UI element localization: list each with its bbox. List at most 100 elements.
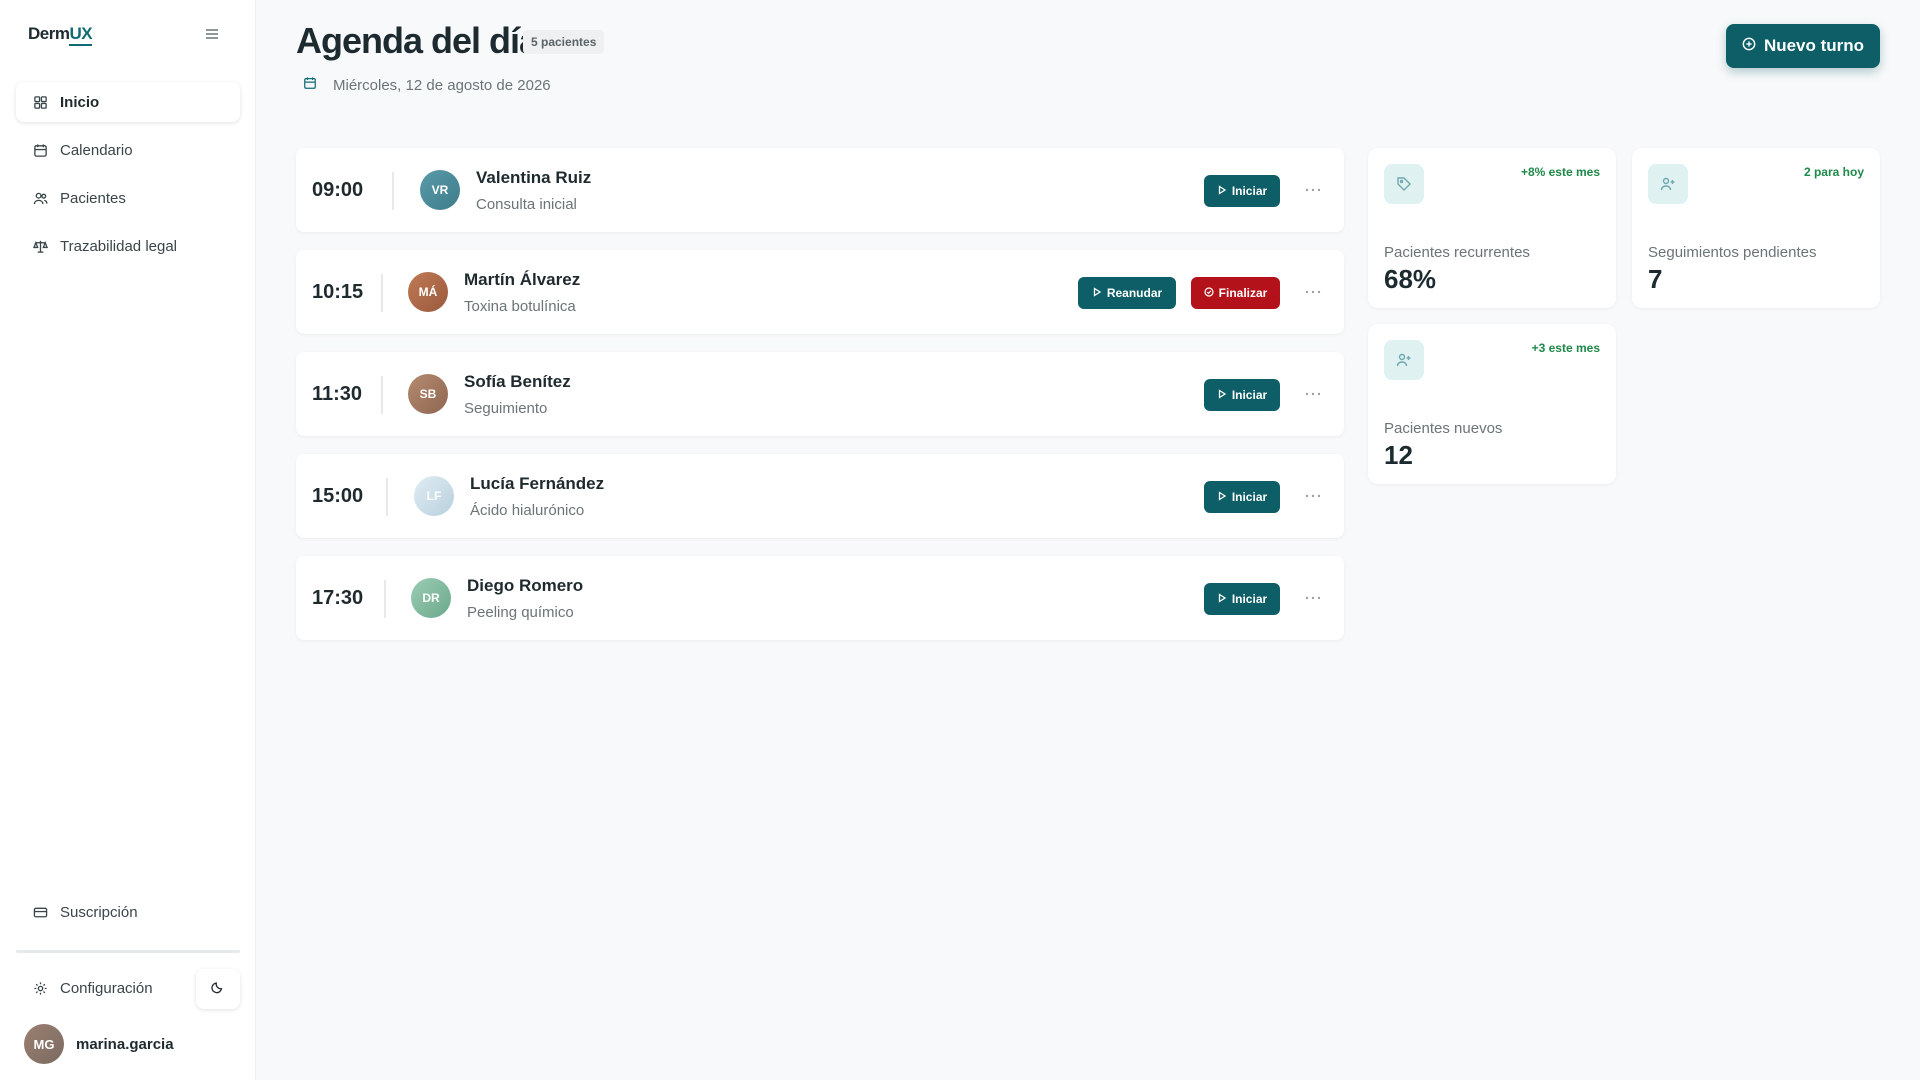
sidebar-item-inicio[interactable]: Inicio — [16, 82, 240, 122]
appointment-row[interactable]: 17:30 DR Diego Romero Peeling químico In… — [296, 556, 1344, 640]
patient-name[interactable]: Lucía Fernández — [470, 474, 604, 494]
plus-circle-icon — [1742, 36, 1764, 56]
sidebar-item-configuracion[interactable]: Configuración — [16, 968, 192, 1008]
more-options-icon[interactable] — [1304, 487, 1322, 505]
sidebar-item-suscripcion[interactable]: Suscripción — [16, 892, 240, 932]
sidebar-item-label: Trazabilidad legal — [60, 237, 178, 255]
procedure-name: Seguimiento — [464, 400, 548, 417]
new-appointment-button[interactable]: Nuevo turno — [1726, 24, 1880, 68]
start-button[interactable]: Iniciar — [1204, 175, 1280, 207]
new-appointment-label: Nuevo turno — [1763, 36, 1865, 55]
sidebar-item-label: Inicio — [60, 93, 100, 111]
separator — [386, 478, 388, 516]
username: marina.garcia — [76, 1035, 174, 1053]
stat-trend: +8% este mes — [1520, 165, 1600, 179]
play-icon — [1092, 286, 1107, 300]
avatar: MG — [24, 1024, 64, 1064]
play-icon — [1217, 490, 1232, 504]
user-plus-icon — [1384, 340, 1424, 380]
users-icon — [32, 190, 48, 206]
appointment-row[interactable]: 09:00 VR Valentina Ruiz Consulta inicial… — [296, 148, 1344, 232]
finish-button[interactable]: Finalizar — [1191, 277, 1280, 309]
theme-toggle-button[interactable] — [196, 969, 240, 1009]
sidebar-item-label: Suscripción — [60, 903, 138, 921]
user-plus-icon — [1648, 164, 1688, 204]
avatar: LF — [414, 476, 454, 516]
procedure-name: Toxina botulínica — [464, 298, 576, 315]
patient-count-badge: 5 pacientes — [523, 30, 605, 54]
appointment-time: 17:30 — [312, 586, 364, 609]
scale-icon — [32, 238, 48, 254]
stat-label: Pacientes recurrentes — [1384, 244, 1530, 261]
avatar: VR — [420, 170, 460, 210]
avatar: SB — [408, 374, 448, 414]
more-options-icon[interactable] — [1304, 385, 1322, 403]
calendar-icon — [303, 76, 333, 94]
patient-name[interactable]: Diego Romero — [467, 576, 583, 596]
procedure-name: Peeling químico — [467, 604, 574, 621]
appointment-row[interactable]: 10:15 MÁ Martín Álvarez Toxina botulínic… — [296, 250, 1344, 334]
app-logo[interactable]: DermUX — [28, 24, 93, 44]
appointment-time: 15:00 — [312, 484, 364, 507]
appointment-time: 11:30 — [312, 382, 363, 405]
sidebar-divider — [16, 950, 240, 953]
appointment-row[interactable]: 15:00 LF Lucía Fernández Ácido hialuróni… — [296, 454, 1344, 538]
sidebar-item-label: Configuración — [60, 979, 153, 997]
grid-icon — [32, 94, 48, 110]
stat-card-nuevos: +3 este mes Pacientes nuevos 12 — [1368, 324, 1616, 484]
sidebar-item-pacientes[interactable]: Pacientes — [16, 178, 240, 218]
sidebar-nav: Inicio Calendario Pacientes Trazabilidad… — [16, 82, 240, 274]
appointment-time: 09:00 — [312, 178, 364, 201]
separator — [384, 580, 386, 618]
more-options-icon[interactable] — [1304, 589, 1322, 607]
start-button[interactable]: Iniciar — [1204, 583, 1280, 615]
stat-value: 68% — [1384, 264, 1437, 294]
play-icon — [1217, 388, 1232, 402]
appointment-list: 09:00 VR Valentina Ruiz Consulta inicial… — [296, 148, 1344, 658]
more-options-icon[interactable] — [1304, 181, 1322, 199]
procedure-name: Consulta inicial — [476, 196, 577, 213]
start-button[interactable]: Iniciar — [1204, 379, 1280, 411]
play-icon — [1217, 184, 1232, 198]
avatar: MÁ — [408, 272, 448, 312]
gear-icon — [32, 980, 48, 996]
sidebar-item-trazabilidad[interactable]: Trazabilidad legal — [16, 226, 240, 266]
avatar: DR — [411, 578, 451, 618]
page-title: Agenda del día — [296, 20, 539, 61]
sidebar-item-label: Pacientes — [60, 189, 126, 207]
stat-card-seguimientos: 2 para hoy Seguimientos pendientes 7 — [1632, 148, 1880, 308]
stat-trend: +3 este mes — [1531, 341, 1600, 355]
current-date: Miércoles, 12 de agosto de 2026 — [333, 76, 551, 94]
patient-name[interactable]: Martín Álvarez — [464, 270, 580, 290]
procedure-name: Ácido hialurónico — [470, 502, 585, 519]
stat-trend: 2 para hoy — [1803, 165, 1864, 179]
stat-label: Seguimientos pendientes — [1648, 244, 1817, 261]
menu-toggle-icon[interactable] — [203, 26, 221, 42]
user-profile[interactable]: MG marina.garcia — [24, 1024, 174, 1064]
resume-button[interactable]: Reanudar — [1078, 277, 1176, 309]
sidebar-settings: Configuración — [16, 968, 192, 1016]
sidebar: DermUX Inicio Calendario Pacientes Traza… — [0, 0, 256, 1080]
check-circle-icon — [1204, 286, 1219, 300]
patient-name[interactable]: Sofía Benítez — [464, 372, 571, 392]
sidebar-item-label: Calendario — [60, 141, 133, 159]
start-button[interactable]: Iniciar — [1204, 481, 1280, 513]
stat-value: 7 — [1648, 264, 1663, 294]
appointment-row[interactable]: 11:30 SB Sofía Benítez Seguimiento Inici… — [296, 352, 1344, 436]
date-row: Miércoles, 12 de agosto de 2026 — [303, 76, 551, 94]
separator — [381, 274, 383, 312]
more-options-icon[interactable] — [1304, 283, 1322, 301]
sidebar-bottom: Suscripción — [16, 892, 240, 940]
stat-label: Pacientes nuevos — [1384, 420, 1503, 437]
play-icon — [1217, 592, 1232, 606]
credit-card-icon — [32, 904, 48, 920]
separator — [381, 376, 383, 414]
appointment-time: 10:15 — [312, 280, 364, 303]
tag-icon — [1384, 164, 1424, 204]
sidebar-item-calendario[interactable]: Calendario — [16, 130, 240, 170]
patient-name[interactable]: Valentina Ruiz — [476, 168, 591, 188]
moon-icon — [211, 980, 225, 999]
stat-card-recurrentes: +8% este mes Pacientes recurrentes 68% — [1368, 148, 1616, 308]
stat-value: 12 — [1384, 440, 1413, 470]
calendar-icon — [32, 142, 48, 158]
